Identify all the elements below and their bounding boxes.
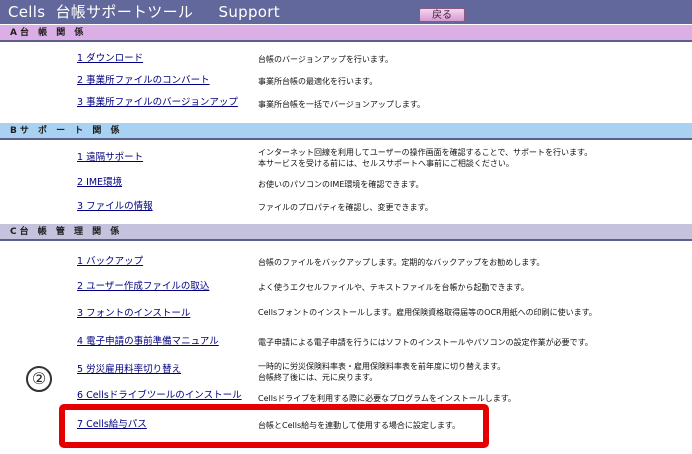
list-item: 5 労災雇用料率切り替え 一時的に労災保険料率表・雇用保険料率表を前年度に切り替…: [0, 362, 692, 386]
ime-environment-link[interactable]: 2 IME環境: [77, 176, 122, 190]
list-item: 1 遠隔サポート インターネット回線を利用してユーザーの操作画面を確認することで…: [0, 148, 692, 174]
list-item: 6 Cellsドライブツールのインストール Cellsドライブを利用する際に必要…: [0, 389, 692, 405]
list-item: 2 ユーザー作成ファイルの取込 よく使うエクセルファイルや、テキストファイルを台…: [0, 280, 692, 296]
item-description: Cellsフォントのインストールします。雇用保険資格取得届等のOCR用紙への印刷…: [258, 308, 597, 317]
switch-insurance-rate-link[interactable]: 5 労災雇用料率切り替え: [77, 363, 181, 377]
page-title: Cells 台帳サポートツール Support: [8, 3, 280, 21]
section-header-a: A台 帳 関 係: [0, 25, 692, 42]
item-description: よく使うエクセルファイルや、テキストファイルを台帳から起動できます。: [258, 283, 529, 292]
list-item: 3 ファイルの情報 ファイルのプロパティを確認し、変更できます。: [0, 200, 692, 216]
item-description: お使いのパソコンのIME環境を確認できます。: [258, 180, 424, 189]
item-description: 台帳のバージョンアップを行います。: [258, 55, 394, 64]
item-description: ファイルのプロパティを確認し、変更できます。: [258, 203, 433, 212]
item-description: 事業所台帳の最適化を行います。: [258, 77, 378, 86]
item-description: 事業所台帳を一括でバージョンアップします。: [258, 100, 426, 109]
section-header-c: C台 帳 管 理 関 係: [0, 224, 692, 241]
highlight-box: [59, 404, 489, 448]
install-font-link[interactable]: 3 フォントのインストール: [77, 307, 190, 321]
back-button[interactable]: 戻る: [419, 8, 465, 22]
item-description: 電子申請による電子申請を行うにはソフトのインストールやパソコンの設定作業が必要で…: [258, 338, 593, 347]
item-description: Cellsドライブを利用する際に必要なプログラムをインストールします。: [258, 394, 516, 403]
list-item: 2 事業所ファイルのコンバート 事業所台帳の最適化を行います。: [0, 74, 692, 90]
list-item: 1 ダウンロード 台帳のバージョンアップを行います。: [0, 52, 692, 68]
list-item: 3 フォントのインストール Cellsフォントのインストールします。雇用保険資格…: [0, 307, 692, 323]
item-description: インターネット回線を利用してユーザーの操作画面を確認することで、サポートを行いま…: [258, 148, 593, 168]
version-up-office-file-link[interactable]: 3 事業所ファイルのバージョンアップ: [77, 96, 238, 110]
step-number-marker: ②: [26, 366, 52, 392]
download-link[interactable]: 1 ダウンロード: [77, 52, 143, 66]
title-bar: Cells 台帳サポートツール Support 戻る: [0, 0, 692, 24]
remote-support-link[interactable]: 1 遠隔サポート: [77, 151, 143, 165]
item-description: 台帳のファイルをバックアップします。定期的なバックアップをお勧めします。: [258, 258, 545, 267]
file-info-link[interactable]: 3 ファイルの情報: [77, 200, 153, 214]
install-cells-drive-link[interactable]: 6 Cellsドライブツールのインストール: [77, 389, 242, 403]
convert-office-file-link[interactable]: 2 事業所ファイルのコンバート: [77, 74, 210, 88]
item-description: 一時的に労災保険料率表・雇用保険料率表を前年度に切り替えます。 台帳終了後には、…: [258, 362, 506, 382]
list-item: 2 IME環境 お使いのパソコンのIME環境を確認できます。: [0, 176, 692, 192]
list-item: 3 事業所ファイルのバージョンアップ 事業所台帳を一括でバージョンアップします。: [0, 96, 692, 112]
e-application-manual-link[interactable]: 4 電子申請の事前準備マニュアル: [77, 335, 219, 349]
backup-link[interactable]: 1 バックアップ: [77, 255, 143, 269]
list-item: 4 電子申請の事前準備マニュアル 電子申請による電子申請を行うにはソフトのインス…: [0, 335, 692, 351]
list-item: 1 バックアップ 台帳のファイルをバックアップします。定期的なバックアップをお勧…: [0, 255, 692, 271]
section-header-b: Bサ ポ ー ト 関 係: [0, 123, 692, 140]
import-user-file-link[interactable]: 2 ユーザー作成ファイルの取込: [77, 280, 209, 294]
